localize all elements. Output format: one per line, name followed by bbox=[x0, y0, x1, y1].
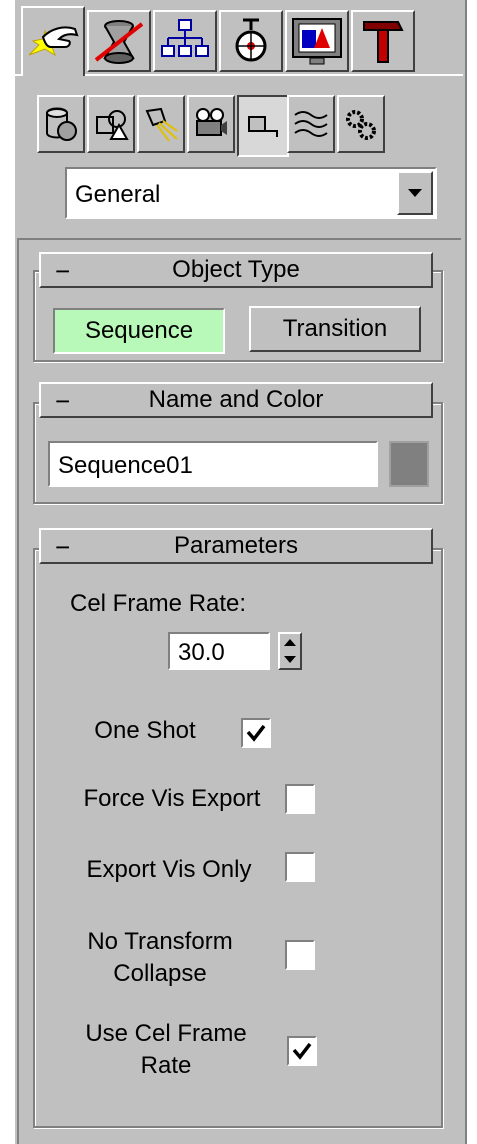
systems-button[interactable] bbox=[337, 95, 385, 153]
name-and-color-header[interactable]: − Name and Color bbox=[39, 382, 433, 418]
category-dropdown[interactable]: General bbox=[65, 167, 437, 219]
object-color-swatch[interactable] bbox=[389, 441, 429, 487]
collapse-icon: − bbox=[55, 532, 71, 562]
spinner-up-icon bbox=[284, 639, 296, 646]
collapse-icon: − bbox=[55, 256, 71, 286]
object-name-value: Sequence01 bbox=[58, 452, 193, 479]
transition-button[interactable]: Transition bbox=[249, 306, 421, 352]
display-icon bbox=[292, 18, 342, 65]
object-type-title: Object Type bbox=[172, 256, 300, 283]
space-warps-button[interactable] bbox=[287, 95, 335, 153]
one-shot-checkbox[interactable] bbox=[241, 718, 271, 748]
use-cel-frame-rate-label-line2: Rate bbox=[140, 1052, 192, 1079]
category-dropdown-value: General bbox=[75, 181, 161, 208]
export-vis-only-checkbox[interactable] bbox=[285, 852, 315, 882]
name-and-color-title: Name and Color bbox=[148, 386, 324, 413]
no-transform-collapse-label: No Transform Collapse bbox=[65, 926, 255, 990]
sequence-button-label: Sequence bbox=[84, 317, 194, 344]
no-transform-collapse-label-line2: Collapse bbox=[113, 960, 207, 987]
object-type-header[interactable]: − Object Type bbox=[39, 252, 433, 288]
check-icon bbox=[292, 1042, 312, 1060]
hierarchy-icon bbox=[161, 19, 209, 57]
light-icon bbox=[145, 107, 178, 142]
spinner-down-icon bbox=[284, 656, 296, 663]
tab-create[interactable] bbox=[21, 6, 85, 76]
transition-button-label: Transition bbox=[282, 315, 388, 342]
modify-icon bbox=[94, 20, 144, 64]
gears-icon bbox=[346, 110, 376, 140]
motion-icon bbox=[235, 18, 267, 62]
no-transform-collapse-checkbox[interactable] bbox=[285, 940, 315, 970]
space-warp-icon bbox=[294, 111, 328, 137]
cameras-button[interactable] bbox=[187, 95, 235, 153]
tab-motion[interactable] bbox=[219, 10, 283, 72]
hammer-icon bbox=[363, 21, 404, 63]
geometry-button[interactable] bbox=[37, 95, 85, 153]
shapes-icon bbox=[96, 110, 129, 140]
force-vis-export-label: Force Vis Export bbox=[83, 785, 261, 812]
use-cel-frame-rate-checkbox[interactable] bbox=[287, 1036, 317, 1066]
use-cel-frame-rate-label: Use Cel Frame Rate bbox=[70, 1018, 262, 1082]
lights-button[interactable] bbox=[137, 95, 185, 153]
helper-icon bbox=[248, 116, 278, 137]
cel-frame-rate-input[interactable]: 30.0 bbox=[168, 632, 270, 670]
collapse-icon: − bbox=[55, 386, 71, 416]
one-shot-label: One Shot bbox=[94, 717, 196, 744]
camera-icon bbox=[196, 108, 227, 136]
cel-frame-rate-label: Cel Frame Rate: bbox=[70, 590, 247, 617]
dropdown-arrow-button[interactable] bbox=[397, 171, 433, 215]
parameters-header[interactable]: − Parameters bbox=[39, 528, 433, 564]
create-icon bbox=[28, 26, 79, 57]
no-transform-collapse-label-line1: No Transform bbox=[87, 928, 233, 955]
check-icon bbox=[246, 724, 266, 742]
sequence-button[interactable]: Sequence bbox=[53, 308, 225, 354]
force-vis-export-checkbox[interactable] bbox=[285, 784, 315, 814]
tab-utilities[interactable] bbox=[351, 10, 415, 72]
use-cel-frame-rate-label-line1: Use Cel Frame bbox=[85, 1020, 247, 1047]
command-panel: General − Object Type Sequence Transitio… bbox=[15, 0, 467, 1144]
tab-modify[interactable] bbox=[87, 10, 151, 72]
helpers-button[interactable] bbox=[237, 95, 289, 157]
tab-hierarchy[interactable] bbox=[153, 10, 217, 72]
cel-frame-rate-spinner[interactable] bbox=[278, 632, 302, 670]
object-name-input[interactable]: Sequence01 bbox=[48, 441, 378, 487]
cel-frame-rate-value: 30.0 bbox=[178, 639, 225, 666]
geometry-icon bbox=[46, 107, 77, 141]
parameters-title: Parameters bbox=[173, 532, 299, 559]
export-vis-only-label: Export Vis Only bbox=[86, 856, 252, 883]
tab-display[interactable] bbox=[285, 10, 349, 72]
shapes-button[interactable] bbox=[87, 95, 135, 153]
chevron-down-icon bbox=[408, 189, 422, 197]
